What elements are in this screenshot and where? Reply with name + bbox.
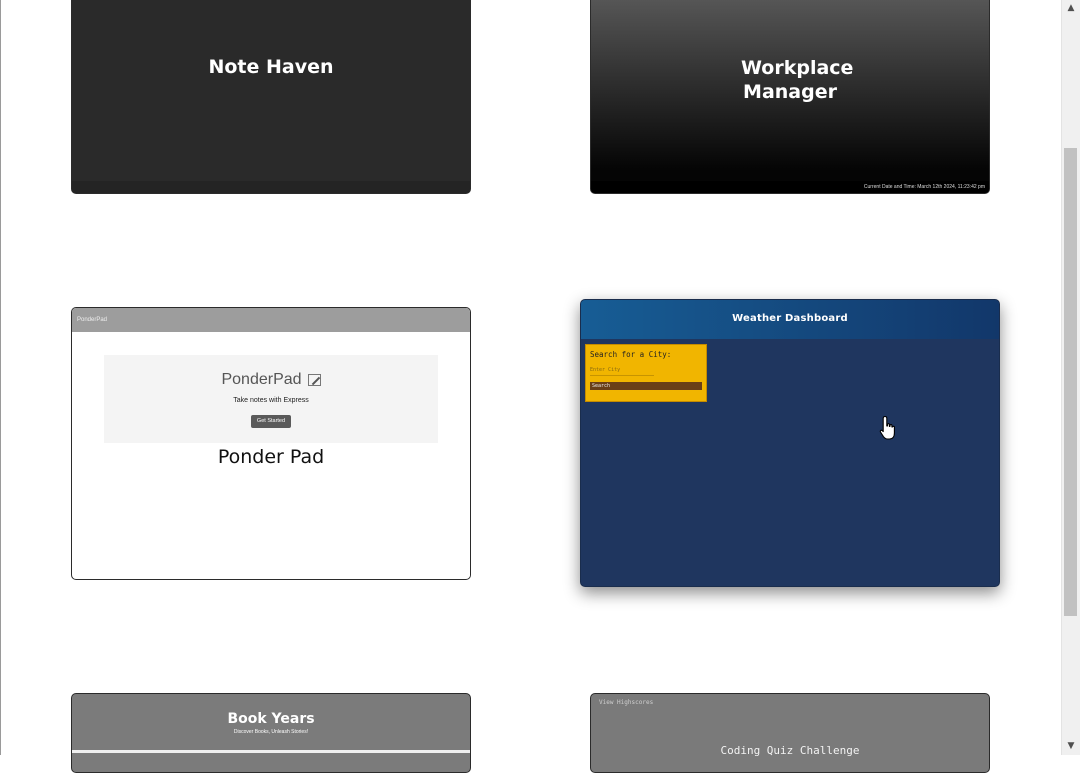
preview-footer: Current Date and Time: March 12th 2024, … (591, 181, 989, 193)
project-title: Weather Dashboard (732, 313, 848, 324)
preview-tagline: Discover Books, Unleash Stories! (233, 729, 309, 735)
project-title: Note Haven (208, 56, 334, 78)
chevron-down-icon[interactable]: ▼ (1062, 738, 1080, 755)
preview-tagline: Take notes with Express (233, 397, 309, 404)
project-title: Workplace Manager (741, 57, 854, 103)
preview-divider (72, 750, 470, 753)
preview-search-label: Search for a City: (590, 350, 672, 359)
preview-get-started-button: Get Started (251, 415, 291, 428)
preview-search-panel: Search for a City: Enter City Search (585, 344, 707, 402)
preview-city-input: Enter City (590, 367, 654, 376)
project-title: Book Years (227, 711, 315, 727)
preview-header: Weather Dashboard (581, 300, 999, 339)
preview-highscores-link: View Highscores (599, 699, 654, 706)
project-title: Coding Quiz Challenge (720, 744, 860, 757)
preview-brand-text: PonderPad (221, 371, 302, 388)
project-title: Ponder Pad (217, 446, 325, 468)
project-card-book-years[interactable]: Book Years Discover Books, Unleash Stori… (71, 693, 471, 773)
project-card-note-haven[interactable]: Note Haven (71, 0, 471, 194)
project-card-ponder-pad[interactable]: PonderPad PonderPad Take notes with Expr… (71, 307, 471, 580)
project-card-weather-dashboard[interactable]: Weather Dashboard Search for a City: Ent… (580, 299, 1000, 587)
vertical-scrollbar[interactable]: ▲ ▼ (1061, 0, 1080, 755)
chevron-up-icon[interactable]: ▲ (1062, 0, 1080, 17)
pencil-edit-icon (307, 373, 321, 386)
page-border (0, 0, 1, 755)
scrollbar-thumb[interactable] (1064, 148, 1077, 616)
project-card-coding-quiz[interactable]: View Highscores Coding Quiz Challenge (590, 693, 990, 773)
project-card-workplace-manager[interactable]: Workplace Manager Current Date and Time:… (590, 0, 990, 194)
hand-pointer-icon (879, 415, 895, 440)
preview-strip (72, 181, 470, 193)
preview-navbar: PonderPad (72, 308, 470, 332)
preview-hero: PonderPad Take notes with Express Get St… (104, 355, 438, 443)
preview-search-button: Search (590, 382, 702, 390)
preview-brand: PonderPad (104, 371, 438, 389)
card-edge-gap (469, 540, 470, 579)
